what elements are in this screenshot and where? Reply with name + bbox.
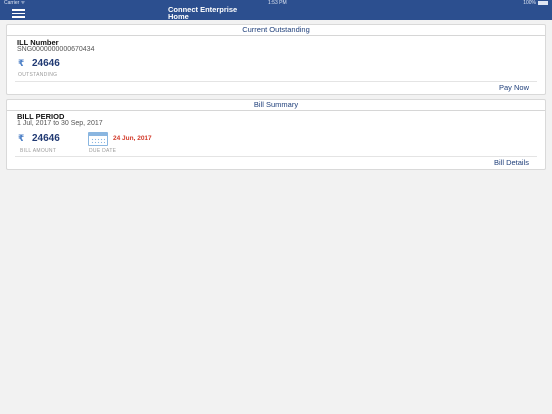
pay-now-button[interactable]: Pay Now (499, 83, 529, 92)
outstanding-header: Current Outstanding (7, 25, 545, 36)
outstanding-amount: 24646 (32, 58, 60, 69)
page-title: Connect Enterprise Home (168, 6, 237, 21)
calendar-icon (88, 132, 108, 146)
bill-summary-header: Bill Summary (7, 100, 545, 111)
hamburger-menu-icon[interactable] (12, 9, 25, 18)
divider (15, 156, 537, 157)
due-date-value: 24 Jun, 2017 (113, 135, 152, 142)
bill-amount: 24646 (32, 133, 60, 144)
due-date-caption: DUE DATE (89, 148, 117, 154)
bill-summary-card: Bill Summary BILL PERIOD 1 Jul, 2017 to … (6, 99, 546, 170)
divider (15, 81, 537, 82)
bill-number-value: SNG0000000000670434 (17, 46, 95, 53)
battery-icon (538, 1, 548, 5)
screen-title: Home (168, 11, 189, 21)
outstanding-caption: OUTSTANDING (18, 72, 58, 78)
rupee-icon: ₹ (18, 58, 25, 68)
rupee-icon: ₹ (18, 133, 25, 143)
navigation-bar: Carrier ᯤ 1:53 PM 100% Connect Enterpris… (0, 0, 552, 20)
outstanding-card: Current Outstanding ILL Number SNG000000… (6, 24, 546, 95)
carrier-label: Carrier ᯤ (4, 0, 26, 6)
battery-indicator: 100% (523, 0, 548, 6)
bill-details-button[interactable]: Bill Details (494, 158, 529, 167)
bill-amount-caption: BILL AMOUNT (20, 148, 57, 154)
clock: 1:53 PM (268, 0, 287, 6)
bill-period-value: 1 Jul, 2017 to 30 Sep, 2017 (17, 120, 103, 127)
status-bar: Carrier ᯤ 1:53 PM 100% (0, 0, 552, 7)
battery-percent: 100% (523, 0, 536, 6)
